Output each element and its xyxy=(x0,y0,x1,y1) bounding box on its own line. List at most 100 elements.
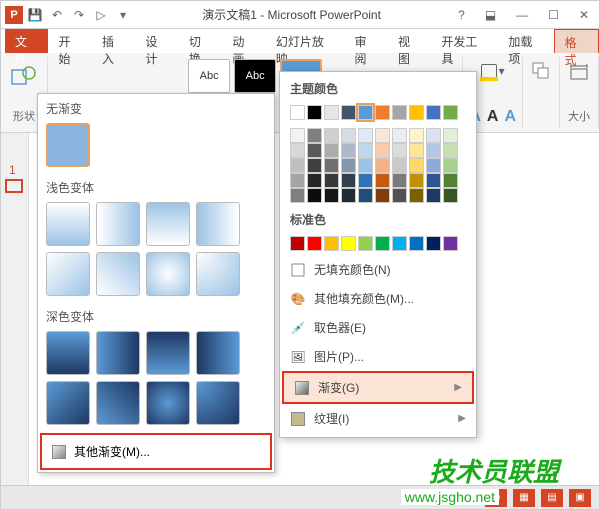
redo-icon[interactable]: ↷ xyxy=(71,7,87,23)
tint-color-swatch[interactable] xyxy=(341,128,356,143)
tint-color-swatch[interactable] xyxy=(307,173,322,188)
ribbon-opts-icon[interactable]: ⬓ xyxy=(479,6,502,24)
theme-color-swatch[interactable] xyxy=(341,105,356,120)
more-gradients-item[interactable]: 其他渐变(M)... xyxy=(40,433,272,470)
view-slideshow-icon[interactable]: ▣ xyxy=(569,489,591,507)
tint-color-swatch[interactable] xyxy=(375,158,390,173)
standard-color-swatch[interactable] xyxy=(443,236,458,251)
light-gradient-swatch[interactable] xyxy=(46,202,90,246)
tint-color-swatch[interactable] xyxy=(358,143,373,158)
tint-color-swatch[interactable] xyxy=(375,128,390,143)
shape-style-1[interactable]: Abc xyxy=(188,59,230,93)
tint-color-swatch[interactable] xyxy=(358,188,373,203)
light-gradient-swatch[interactable] xyxy=(196,202,240,246)
eyedropper-item[interactable]: 💉取色器(E) xyxy=(280,313,476,342)
dark-gradient-swatch[interactable] xyxy=(96,381,140,425)
standard-color-swatch[interactable] xyxy=(341,236,356,251)
tint-color-swatch[interactable] xyxy=(358,158,373,173)
tab-view[interactable]: 视图 xyxy=(388,29,431,53)
tint-color-swatch[interactable] xyxy=(324,188,339,203)
tint-color-swatch[interactable] xyxy=(392,188,407,203)
maximize-icon[interactable]: ☐ xyxy=(542,6,565,24)
light-gradient-swatch[interactable] xyxy=(146,252,190,296)
size-icon[interactable] xyxy=(568,61,590,86)
dark-gradient-swatch[interactable] xyxy=(46,331,90,375)
tint-color-swatch[interactable] xyxy=(307,128,322,143)
tint-color-swatch[interactable] xyxy=(375,188,390,203)
tab-review[interactable]: 审阅 xyxy=(344,29,387,53)
dark-gradient-swatch[interactable] xyxy=(46,381,90,425)
light-gradient-swatch[interactable] xyxy=(96,252,140,296)
theme-color-swatch[interactable] xyxy=(443,105,458,120)
tab-file[interactable]: 文件 xyxy=(5,29,48,53)
tint-color-swatch[interactable] xyxy=(409,188,424,203)
theme-color-swatch[interactable] xyxy=(358,105,373,120)
tab-transitions[interactable]: 切换 xyxy=(179,29,222,53)
tint-color-swatch[interactable] xyxy=(426,128,441,143)
save-icon[interactable]: 💾 xyxy=(27,7,43,23)
shape-style-2[interactable]: Abc xyxy=(234,59,276,93)
arrange-icon[interactable] xyxy=(531,61,551,84)
theme-color-swatch[interactable] xyxy=(409,105,424,120)
view-sorter-icon[interactable]: ▦ xyxy=(513,489,535,507)
start-show-icon[interactable]: ▷ xyxy=(93,7,109,23)
tab-home[interactable]: 开始 xyxy=(48,29,91,53)
tab-addins[interactable]: 加载项 xyxy=(498,29,553,53)
tint-color-swatch[interactable] xyxy=(341,173,356,188)
tab-animations[interactable]: 动画 xyxy=(222,29,265,53)
light-gradient-swatch[interactable] xyxy=(196,252,240,296)
tint-color-swatch[interactable] xyxy=(375,173,390,188)
tint-color-swatch[interactable] xyxy=(409,128,424,143)
text-outline-icon[interactable]: A xyxy=(487,108,499,126)
tint-color-swatch[interactable] xyxy=(341,158,356,173)
tint-color-swatch[interactable] xyxy=(443,173,458,188)
tint-color-swatch[interactable] xyxy=(358,173,373,188)
tint-color-swatch[interactable] xyxy=(307,188,322,203)
dark-gradient-swatch[interactable] xyxy=(146,381,190,425)
close-icon[interactable]: ✕ xyxy=(573,6,595,24)
tint-color-swatch[interactable] xyxy=(443,143,458,158)
help-icon[interactable]: ? xyxy=(452,6,471,24)
gradient-fill-item[interactable]: 渐变(G)▶ xyxy=(282,371,474,404)
slide-thumbnail[interactable] xyxy=(5,179,23,193)
dark-gradient-swatch[interactable] xyxy=(146,331,190,375)
tint-color-swatch[interactable] xyxy=(290,158,305,173)
tint-color-swatch[interactable] xyxy=(307,143,322,158)
tint-color-swatch[interactable] xyxy=(307,158,322,173)
tint-color-swatch[interactable] xyxy=(341,143,356,158)
tint-color-swatch[interactable] xyxy=(409,158,424,173)
tab-insert[interactable]: 插入 xyxy=(92,29,135,53)
light-gradient-swatch[interactable] xyxy=(146,202,190,246)
picture-fill-item[interactable]: 🖼图片(P)... xyxy=(280,342,476,371)
tint-color-swatch[interactable] xyxy=(324,173,339,188)
tab-slideshow[interactable]: 幻灯片放映 xyxy=(266,29,345,53)
shapes-icon[interactable] xyxy=(9,61,39,91)
tint-color-swatch[interactable] xyxy=(426,173,441,188)
dark-gradient-swatch[interactable] xyxy=(196,381,240,425)
tint-color-swatch[interactable] xyxy=(324,128,339,143)
tint-color-swatch[interactable] xyxy=(409,173,424,188)
tint-color-swatch[interactable] xyxy=(290,173,305,188)
tint-color-swatch[interactable] xyxy=(392,158,407,173)
texture-fill-item[interactable]: 纹理(I)▶ xyxy=(280,404,476,433)
tab-design[interactable]: 设计 xyxy=(135,29,178,53)
standard-color-swatch[interactable] xyxy=(409,236,424,251)
tint-color-swatch[interactable] xyxy=(426,143,441,158)
dark-gradient-swatch[interactable] xyxy=(96,331,140,375)
more-colors-item[interactable]: 🎨其他填充颜色(M)... xyxy=(280,284,476,313)
standard-color-swatch[interactable] xyxy=(392,236,407,251)
light-gradient-swatch[interactable] xyxy=(96,202,140,246)
dark-gradient-swatch[interactable] xyxy=(196,331,240,375)
tint-color-swatch[interactable] xyxy=(290,188,305,203)
standard-color-swatch[interactable] xyxy=(426,236,441,251)
standard-color-swatch[interactable] xyxy=(358,236,373,251)
tab-format[interactable]: 格式 xyxy=(554,29,599,53)
tint-color-swatch[interactable] xyxy=(392,173,407,188)
standard-color-swatch[interactable] xyxy=(324,236,339,251)
theme-color-swatch[interactable] xyxy=(375,105,390,120)
tint-color-swatch[interactable] xyxy=(375,143,390,158)
standard-color-swatch[interactable] xyxy=(375,236,390,251)
no-gradient-swatch[interactable] xyxy=(46,123,90,167)
minimize-icon[interactable]: — xyxy=(510,6,534,24)
tint-color-swatch[interactable] xyxy=(392,143,407,158)
